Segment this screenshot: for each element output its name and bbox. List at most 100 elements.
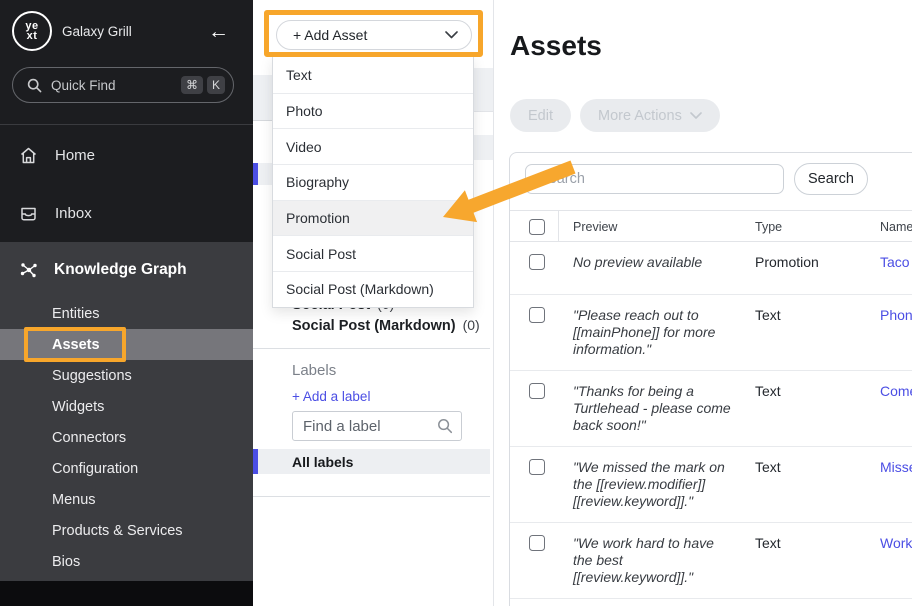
sidebar-item-connectors[interactable]: Connectors: [0, 422, 253, 453]
occluded-selected-row: [253, 163, 272, 185]
sidebar-item-home[interactable]: Home: [0, 126, 253, 184]
find-label-input[interactable]: Find a label: [292, 411, 462, 441]
asset-type-count: (0): [463, 317, 480, 333]
row-checkbox-cell: [510, 459, 559, 522]
add-label-link[interactable]: + Add a label: [292, 389, 370, 404]
table-row: "Thanks for being a Turtlehead - please …: [510, 371, 912, 447]
sidebar-item-knowledge-graph[interactable]: Knowledge Graph: [0, 242, 253, 298]
search-input[interactable]: [525, 164, 784, 194]
sidebar-item-label: Configuration: [52, 461, 138, 477]
asset-name-link[interactable]: Taco: [866, 254, 912, 294]
all-labels-label: All labels: [292, 454, 353, 470]
dropdown-item-text[interactable]: Text: [273, 57, 473, 93]
divider: [253, 348, 490, 349]
row-checkbox-cell: [510, 307, 559, 370]
assets-filter-panel: Social Post (0) Social Post (Markdown) (…: [253, 0, 493, 606]
collapse-sidebar-icon[interactable]: ←: [208, 20, 229, 44]
row-checkbox[interactable]: [529, 535, 545, 551]
asset-type-label: Social Post (Markdown): [292, 318, 456, 334]
asset-preview: "Thanks for being a Turtlehead - please …: [559, 383, 741, 446]
row-checkbox[interactable]: [529, 254, 545, 270]
select-all-checkbox[interactable]: [529, 219, 545, 235]
dropdown-item-video[interactable]: Video: [273, 128, 473, 164]
sidebar-item-inbox[interactable]: Inbox: [0, 184, 253, 242]
asset-preview: "We work hard to have the best [[review.…: [559, 535, 741, 598]
asset-name-link[interactable]: Phone: [866, 307, 912, 370]
sidebar-item-suggestions[interactable]: Suggestions: [0, 360, 253, 391]
cmd-key-badge: ⌘: [181, 76, 203, 94]
search-icon: [27, 78, 42, 93]
divider: [253, 496, 490, 497]
home-icon: [18, 145, 55, 166]
more-actions-label: More Actions: [598, 108, 682, 124]
asset-preview: "Please reach out to [[mainPhone]] for m…: [559, 307, 741, 370]
asset-type-social-post-markdown[interactable]: Social Post (Markdown) (0): [292, 317, 480, 334]
knowledge-graph-icon: [18, 259, 54, 281]
sidebar-nav: Home Inbox: [0, 126, 253, 242]
sidebar-item-products-services[interactable]: Products & Services: [0, 515, 253, 546]
row-checkbox-cell: [510, 254, 559, 294]
sidebar-item-entities[interactable]: Entities: [0, 298, 253, 329]
table-row: "We missed the mark on the [[review.modi…: [510, 447, 912, 523]
table-header: Preview Type Name: [510, 211, 912, 242]
dropdown-item-biography[interactable]: Biography: [273, 164, 473, 200]
search-button[interactable]: Search: [794, 163, 868, 195]
add-asset-label: + Add Asset: [293, 27, 367, 43]
all-labels-item[interactable]: All labels: [253, 449, 490, 474]
column-header-name: Name: [866, 220, 912, 234]
sidebar-item-configuration[interactable]: Configuration: [0, 453, 253, 484]
chevron-down-icon: [445, 31, 458, 39]
row-checkbox[interactable]: [529, 383, 545, 399]
dropdown-item-promotion[interactable]: Promotion: [273, 200, 473, 236]
asset-type: Text: [741, 459, 866, 522]
asset-type: Text: [741, 383, 866, 446]
occluded-row-sliver: [253, 75, 272, 121]
dropdown-item-social-post-markdown-[interactable]: Social Post (Markdown): [273, 271, 473, 307]
occluded-row-sliver: [473, 68, 493, 112]
sidebar-item-label: Widgets: [52, 399, 104, 415]
sidebar-item-widgets[interactable]: Widgets: [0, 391, 253, 422]
table-row: "We work hard to have the best [[review.…: [510, 523, 912, 599]
sidebar-item-bios[interactable]: Bios: [0, 546, 253, 577]
page-title: Assets: [510, 30, 602, 62]
k-key-badge: K: [207, 76, 225, 94]
row-checkbox[interactable]: [529, 307, 545, 323]
quick-find-input[interactable]: Quick Find ⌘ K: [12, 67, 234, 103]
add-asset-button[interactable]: + Add Asset: [276, 20, 472, 50]
sidebar-item-label: Entities: [52, 306, 100, 322]
assets-table-card: Search Preview Type Name No preview avai…: [509, 152, 912, 606]
action-buttons: Edit More Actions: [510, 99, 720, 132]
select-all-cell: [510, 211, 559, 242]
asset-name-link[interactable]: Misse: [866, 459, 912, 522]
sidebar-item-label: Connectors: [52, 430, 126, 446]
table-row: No preview availablePromotionTaco: [510, 242, 912, 295]
sidebar-item-menus[interactable]: Menus: [0, 484, 253, 515]
chevron-down-icon: [690, 112, 702, 120]
row-checkbox-cell: [510, 535, 559, 598]
sidebar-item-assets[interactable]: Assets: [0, 329, 253, 360]
asset-type: Promotion: [741, 254, 866, 294]
sidebar: ye xt Galaxy Grill ← Quick Find ⌘ K Home…: [0, 0, 253, 606]
knowledge-graph-section: Knowledge Graph Entities Assets Suggestion…: [0, 242, 253, 581]
edit-button[interactable]: Edit: [510, 99, 571, 132]
sidebar-item-label: Home: [55, 147, 95, 164]
sidebar-item-label: Inbox: [55, 205, 92, 222]
search-icon: [437, 418, 453, 434]
more-actions-button[interactable]: More Actions: [580, 99, 720, 132]
sidebar-item-label: Suggestions: [52, 368, 132, 384]
asset-type: Text: [741, 535, 866, 598]
table-row: "We pride ourselves on customer service …: [510, 599, 912, 606]
dropdown-item-social-post[interactable]: Social Post: [273, 235, 473, 271]
sidebar-item-label: Products & Services: [52, 523, 183, 539]
asset-preview: No preview available: [559, 254, 741, 294]
selection-bar: [253, 163, 258, 185]
row-checkbox[interactable]: [529, 459, 545, 475]
column-header-type: Type: [741, 220, 866, 234]
asset-name-link[interactable]: Work: [866, 535, 912, 598]
asset-name-link[interactable]: Come: [866, 383, 912, 446]
table-body: No preview availablePromotionTaco "Please…: [510, 242, 912, 606]
edit-button-label: Edit: [528, 108, 553, 124]
dropdown-item-photo[interactable]: Photo: [273, 93, 473, 129]
sidebar-footer: [0, 581, 253, 606]
sidebar-item-label: Bios: [52, 554, 80, 570]
